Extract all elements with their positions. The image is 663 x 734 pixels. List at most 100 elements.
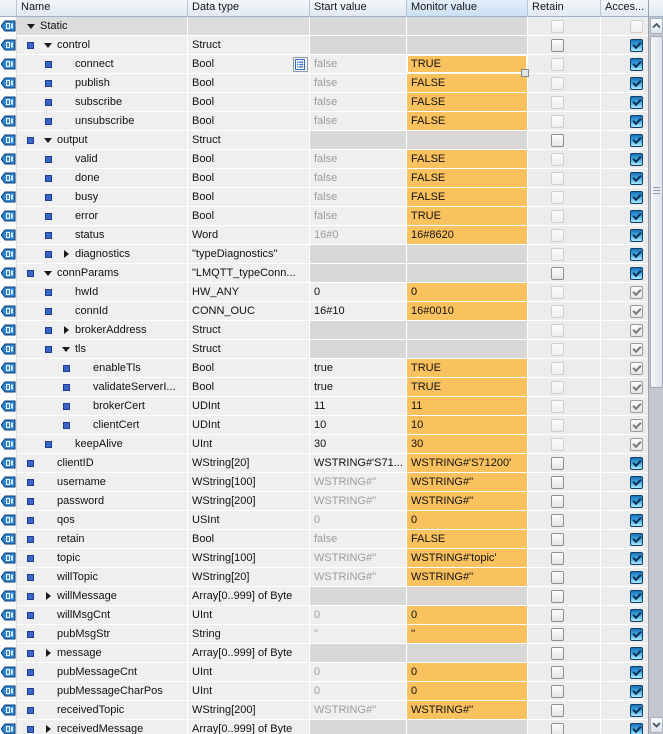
access-checkbox[interactable]	[630, 513, 643, 527]
retain-checkbox[interactable]	[550, 646, 564, 660]
start-value-cell[interactable]: 30	[310, 435, 407, 454]
expander-closed-icon[interactable]	[44, 591, 53, 601]
table-row[interactable]: done Bool false FALSE	[0, 169, 648, 188]
start-value-cell[interactable]	[310, 587, 407, 606]
start-value-cell[interactable]: 0	[310, 283, 407, 302]
monitor-value-cell[interactable]: WSTRING#''	[407, 701, 528, 720]
retain-checkbox[interactable]	[550, 608, 564, 622]
access-checkbox[interactable]	[630, 722, 643, 734]
start-value-cell[interactable]: false	[310, 207, 407, 226]
retain-checkbox[interactable]	[550, 703, 564, 717]
table-row[interactable]: brokerCert UDInt 11 11	[0, 397, 648, 416]
datatype-cell[interactable]: Bool	[188, 188, 310, 207]
start-value-cell[interactable]: 16#10	[310, 302, 407, 321]
start-value-cell[interactable]	[310, 36, 407, 55]
retain-checkbox[interactable]	[550, 133, 564, 147]
name-cell[interactable]: pubMessageCnt	[17, 663, 188, 682]
name-cell[interactable]: connParams	[17, 264, 188, 283]
start-value-cell[interactable]: false	[310, 530, 407, 549]
datatype-cell[interactable]: WString[200]	[188, 701, 310, 720]
monitor-value-cell[interactable]	[407, 587, 528, 606]
name-cell[interactable]: valid	[17, 150, 188, 169]
start-value-cell[interactable]: WSTRING#''	[310, 701, 407, 720]
retain-checkbox[interactable]	[550, 570, 564, 584]
datatype-cell[interactable]: WString[100]	[188, 549, 310, 568]
access-checkbox[interactable]	[630, 475, 643, 489]
datatype-cell[interactable]: UDInt	[188, 397, 310, 416]
name-cell[interactable]: willMsgCnt	[17, 606, 188, 625]
access-checkbox[interactable]	[630, 494, 643, 508]
access-checkbox[interactable]	[630, 665, 643, 679]
table-row[interactable]: topic WString[100] WSTRING#'' WSTRING#'topi…	[0, 549, 648, 568]
table-row[interactable]: validateServerI... Bool true TRUE	[0, 378, 648, 397]
retain-checkbox[interactable]	[550, 532, 564, 546]
table-row[interactable]: hwId HW_ANY 0 0	[0, 283, 648, 302]
datatype-cell[interactable]: WString[200]	[188, 492, 310, 511]
expander-closed-icon[interactable]	[44, 648, 53, 658]
start-value-cell[interactable]: WSTRING#'S71...	[310, 454, 407, 473]
datatype-cell[interactable]: Bool	[188, 74, 310, 93]
name-cell[interactable]: retain	[17, 530, 188, 549]
table-row[interactable]: qos USInt 0 0	[0, 511, 648, 530]
datatype-cell[interactable]: Bool	[188, 55, 310, 74]
name-cell[interactable]: status	[17, 226, 188, 245]
name-cell[interactable]: hwId	[17, 283, 188, 302]
monitor-value-cell[interactable]: FALSE	[407, 188, 528, 207]
retain-checkbox[interactable]	[550, 266, 564, 280]
retain-checkbox[interactable]	[550, 722, 564, 734]
column-header-access[interactable]: Acces...	[601, 0, 648, 17]
monitor-value-cell[interactable]	[407, 245, 528, 264]
expander-open-icon[interactable]	[27, 21, 36, 31]
table-row[interactable]: willMessage Array[0..999] of Byte	[0, 587, 648, 606]
access-checkbox[interactable]	[630, 76, 643, 90]
retain-checkbox[interactable]	[550, 665, 564, 679]
table-row[interactable]: keepAlive UInt 30 30	[0, 435, 648, 454]
datatype-cell[interactable]: USInt	[188, 511, 310, 530]
access-checkbox[interactable]	[630, 456, 643, 470]
table-row[interactable]: diagnostics "typeDiagnostics"	[0, 245, 648, 264]
access-checkbox[interactable]	[630, 114, 643, 128]
expander-closed-icon[interactable]	[62, 325, 71, 335]
start-value-cell[interactable]: false	[310, 150, 407, 169]
monitor-value-cell[interactable]	[407, 321, 528, 340]
name-cell[interactable]: receivedMessage	[17, 720, 188, 734]
monitor-value-cell[interactable]: 30	[407, 435, 528, 454]
name-cell[interactable]: diagnostics	[17, 245, 188, 264]
start-value-cell[interactable]: 0	[310, 663, 407, 682]
datatype-cell[interactable]: Struct	[188, 321, 310, 340]
monitor-value-cell[interactable]: WSTRING#''	[407, 492, 528, 511]
datatype-cell[interactable]: Bool	[188, 169, 310, 188]
start-value-cell[interactable]	[310, 245, 407, 264]
name-cell[interactable]: willTopic	[17, 568, 188, 587]
start-value-cell[interactable]: 0	[310, 606, 407, 625]
access-checkbox[interactable]	[630, 551, 643, 565]
expander-closed-icon[interactable]	[62, 249, 71, 259]
monitor-value-cell[interactable]: 0	[407, 511, 528, 530]
datatype-cell[interactable]: Bool	[188, 207, 310, 226]
name-cell[interactable]: brokerCert	[17, 397, 188, 416]
datatype-cell[interactable]: UInt	[188, 435, 310, 454]
datatype-cell[interactable]: WString[20]	[188, 568, 310, 587]
table-row[interactable]: receivedTopic WString[200] WSTRING#'' WSTRI…	[0, 701, 648, 720]
access-checkbox[interactable]	[630, 646, 643, 660]
start-value-cell[interactable]	[310, 264, 407, 283]
start-value-cell[interactable]	[310, 131, 407, 150]
start-value-cell[interactable]: false	[310, 112, 407, 131]
name-cell[interactable]: pubMsgStr	[17, 625, 188, 644]
name-cell[interactable]: qos	[17, 511, 188, 530]
name-cell[interactable]: connId	[17, 302, 188, 321]
column-header-retain[interactable]: Retain	[528, 0, 601, 17]
table-row[interactable]: brokerAddress Struct	[0, 321, 648, 340]
datatype-cell[interactable]: Struct	[188, 36, 310, 55]
name-cell[interactable]: clientID	[17, 454, 188, 473]
table-row[interactable]: status Word 16#0 16#8620	[0, 226, 648, 245]
access-checkbox[interactable]	[630, 570, 643, 584]
monitor-value-cell[interactable]: FALSE	[407, 112, 528, 131]
retain-checkbox[interactable]	[550, 38, 564, 52]
datatype-cell[interactable]: Array[0..999] of Byte	[188, 644, 310, 663]
start-value-cell[interactable]: false	[310, 74, 407, 93]
monitor-value-cell[interactable]: TRUE	[407, 207, 528, 226]
table-row[interactable]: error Bool false TRUE	[0, 207, 648, 226]
table-row[interactable]: connParams "LMQTT_typeConn...	[0, 264, 648, 283]
table-row[interactable]: clientCert UDInt 10 10	[0, 416, 648, 435]
